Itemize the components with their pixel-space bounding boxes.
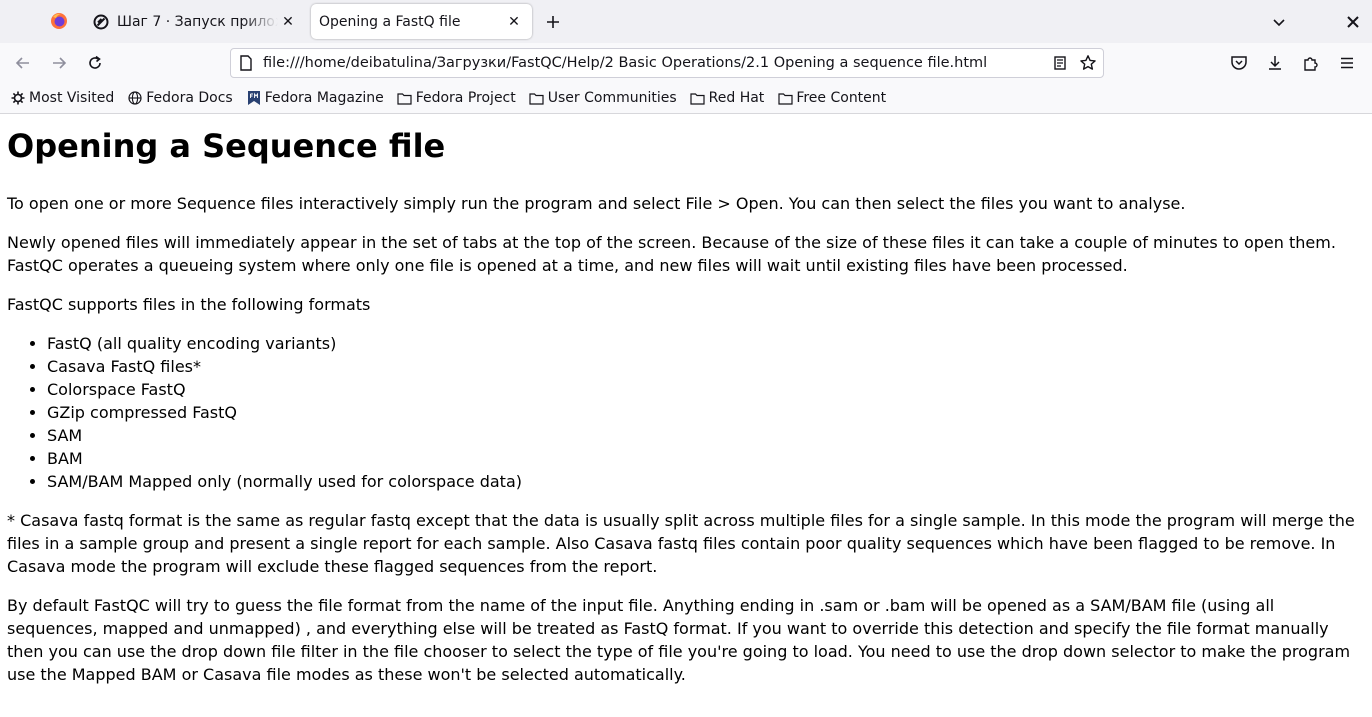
folder-icon: [690, 90, 706, 106]
folder-icon: [777, 90, 793, 106]
reload-icon: [89, 55, 101, 69]
list-item: SAM/BAM Mapped only (normally used for c…: [47, 470, 1365, 493]
forward-button[interactable]: [45, 49, 73, 77]
tab-close-icon[interactable]: ✕: [278, 12, 298, 32]
arrow-right-icon: [53, 57, 67, 69]
queue-paragraph: Newly opened files will immediately appe…: [7, 233, 1336, 275]
new-tab-button[interactable]: [540, 9, 566, 35]
folder-icon: [397, 90, 413, 106]
page-content: Opening a Sequence file To open one or m…: [0, 115, 1372, 717]
plus-icon: [547, 16, 559, 28]
tab-title: Opening a FastQ file: [319, 13, 461, 30]
star-icon: [1080, 55, 1096, 70]
globe-icon: [127, 90, 143, 106]
firefox-icon: [51, 13, 67, 29]
page-title: Opening a Sequence file: [7, 127, 446, 165]
bookmark-fedora-docs[interactable]: Fedora Docs: [127, 90, 233, 106]
tab-close-icon[interactable]: ✕: [504, 12, 524, 32]
list-item: BAM: [47, 447, 1365, 470]
download-icon: [1269, 56, 1281, 70]
bookmark-label: Red Hat: [708, 90, 765, 106]
intro-paragraph: To open one or more Sequence files inter…: [7, 194, 1186, 213]
pocket-icon: [1231, 56, 1247, 70]
list-item: GZip compressed FastQ: [47, 401, 1365, 424]
tab-strip: Шаг 7 · Запуск приложения ✕ Opening a Fa…: [0, 0, 1372, 43]
firefox-view-button[interactable]: [36, 4, 82, 38]
back-button[interactable]: [9, 49, 37, 77]
bookmark-user-communities[interactable]: User Communities: [529, 90, 677, 106]
window-close-button[interactable]: [1340, 9, 1366, 35]
bookmark-label: Fedora Docs: [146, 90, 233, 106]
bookmarks-toolbar: Most Visited Fedora Docs Fedora Magazine…: [0, 83, 1372, 114]
bookmark-label: Free Content: [796, 90, 887, 106]
list-all-tabs-button[interactable]: [1266, 9, 1292, 35]
chevron-down-icon: [1273, 19, 1285, 27]
bookmark-label: User Communities: [547, 90, 677, 106]
bookmark-fedora-project[interactable]: Fedora Project: [397, 90, 516, 106]
casava-paragraph: * Casava fastq format is the same as reg…: [7, 511, 1355, 576]
bookmark-label: Most Visited: [29, 90, 115, 106]
default-format-paragraph: By default FastQC will try to guess the …: [7, 596, 1351, 684]
app-menu-button[interactable]: [1333, 49, 1361, 77]
list-item: SAM: [47, 424, 1365, 447]
hamburger-menu-icon: [1341, 57, 1353, 69]
extensions-button[interactable]: [1297, 49, 1325, 77]
folder-icon: [529, 90, 545, 106]
navigation-toolbar: file:///home/deibatulina/Загрузки/FastQC…: [0, 43, 1372, 83]
list-item: Colorspace FastQ: [47, 378, 1365, 401]
tab-step7[interactable]: Шаг 7 · Запуск приложения ✕: [84, 4, 306, 39]
bookmark-fedora-magazine[interactable]: Fedora Magazine: [246, 90, 384, 106]
bookmark-free-content[interactable]: Free Content: [777, 90, 886, 106]
bookmark-most-visited[interactable]: Most Visited: [10, 90, 114, 106]
reload-button[interactable]: [81, 49, 109, 77]
arrow-left-icon: [15, 57, 29, 69]
magazine-icon: [246, 90, 262, 106]
close-icon: [1347, 16, 1359, 28]
reader-view-button[interactable]: [1047, 50, 1073, 76]
list-item: FastQ (all quality encoding variants): [47, 332, 1365, 355]
address-bar[interactable]: file:///home/deibatulina/Загрузки/FastQC…: [230, 48, 1104, 78]
bookmark-star-button[interactable]: [1075, 50, 1101, 76]
reader-view-icon: [1054, 56, 1066, 70]
puzzle-icon: [1304, 57, 1318, 71]
bookmark-label: Fedora Magazine: [264, 90, 384, 106]
tab-opening-fastq[interactable]: Opening a FastQ file ✕: [311, 4, 532, 39]
formats-list: FastQ (all quality encoding variants) Ca…: [7, 332, 1365, 493]
formats-intro: FastQC supports files in the following f…: [7, 295, 371, 314]
site-favicon-icon: [92, 13, 110, 31]
url-text[interactable]: file:///home/deibatulina/Загрузки/FastQC…: [263, 55, 1047, 71]
page-icon: [240, 55, 252, 71]
bookmark-label: Fedora Project: [415, 90, 516, 106]
tab-title: Шаг 7 · Запуск приложения: [117, 13, 278, 30]
bookmark-red-hat[interactable]: Red Hat: [690, 90, 765, 106]
list-item: Casava FastQ files*: [47, 355, 1365, 378]
downloads-button[interactable]: [1261, 49, 1289, 77]
gear-icon: [10, 90, 26, 106]
pocket-button[interactable]: [1225, 49, 1253, 77]
